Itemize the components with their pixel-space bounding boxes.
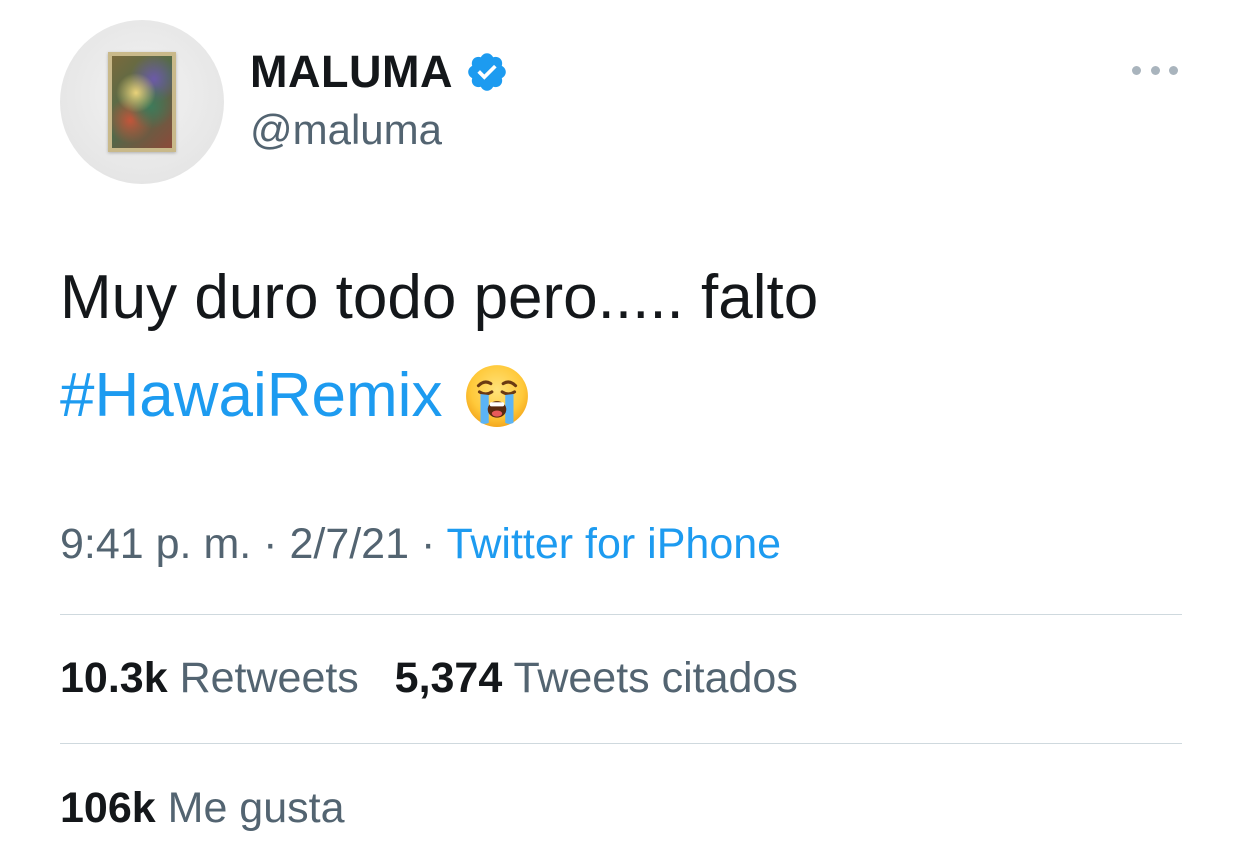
verified-badge-icon [468, 53, 506, 91]
hashtag-link[interactable]: #HawaiRemix [60, 360, 442, 431]
likes-label: Me gusta [167, 784, 345, 832]
tweet-meta: 9:41 p. m. · 2/7/21 · Twitter for iPhone [60, 520, 781, 569]
author-handle[interactable]: @maluma [250, 106, 442, 154]
retweets-label: Retweets [179, 654, 359, 702]
more-dot [1150, 65, 1160, 75]
display-name[interactable]: MALUMA [250, 46, 453, 98]
avatar-artwork [108, 52, 176, 152]
retweets-stat[interactable]: 10.3k Retweets [60, 654, 359, 703]
tweet-detail: MALUMA @maluma Muy duro todo pero..... f… [0, 0, 1242, 861]
tweet-time[interactable]: 9:41 p. m. [60, 520, 251, 568]
tweet-text: Muy duro todo pero..... falto [60, 263, 819, 332]
avatar-painting [112, 56, 172, 148]
more-options-icon[interactable] [1132, 60, 1178, 80]
tweet-hashtag-line: #HawaiRemix [60, 360, 530, 431]
retweets-count: 10.3k [60, 654, 168, 702]
tweet-source-link[interactable]: Twitter for iPhone [446, 520, 781, 568]
avatar[interactable] [60, 20, 224, 184]
likes-stat[interactable]: 106k Me gusta [60, 784, 345, 833]
divider [60, 614, 1182, 615]
quotes-count: 5,374 [394, 654, 503, 702]
more-dot [1132, 65, 1141, 75]
meta-separator: · [263, 520, 278, 568]
quote-tweets-stat[interactable]: 5,374 Tweets citados [395, 654, 798, 703]
quotes-label: Tweets citados [513, 654, 798, 702]
loudly-crying-face-icon [466, 364, 529, 427]
divider [60, 743, 1182, 744]
tweet-date[interactable]: 2/7/21 [289, 520, 409, 568]
tweet-stats: 10.3k Retweets 5,374 Tweets citados [60, 654, 798, 703]
more-dot [1169, 65, 1178, 75]
author-name-row: MALUMA [250, 44, 509, 100]
likes-count: 106k [60, 784, 156, 832]
meta-separator: · [420, 520, 436, 568]
